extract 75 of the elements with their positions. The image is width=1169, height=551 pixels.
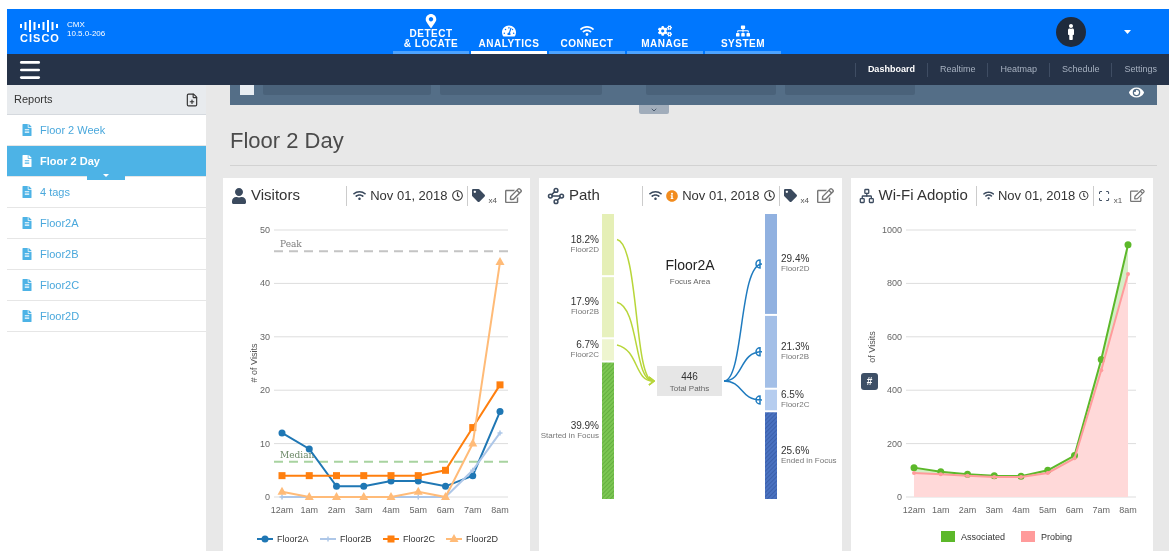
legend-label: Floor2B: [340, 534, 372, 544]
y-tick-label: 800: [886, 278, 902, 289]
y-tick-label: 0: [265, 492, 270, 502]
x-tick-label: 7am: [464, 505, 482, 515]
x-tick-label: 2am: [327, 505, 346, 515]
percent-label: 18.2%: [570, 233, 599, 245]
date-text: Nov 01, 2018: [370, 186, 448, 205]
segment-label: Started in Focus: [540, 430, 599, 440]
reference-label: Peak: [280, 239, 302, 250]
card-title: Path: [569, 185, 600, 206]
y-tick-label: 50: [260, 225, 270, 235]
brand-name: CISCO: [20, 31, 60, 44]
legend-label: Floor2A: [277, 534, 309, 544]
x-tick-label: 7am: [1092, 505, 1110, 515]
version-text: 10.5.0-206: [67, 28, 106, 38]
total-caption: Total Paths: [669, 384, 710, 393]
x-tick-label: 2am: [958, 505, 977, 515]
x-tick-label: 8am: [491, 505, 509, 515]
y-tick-label: 1000: [881, 225, 902, 235]
percent-label: 25.6%: [781, 444, 810, 456]
y-tick-label: 600: [886, 331, 902, 342]
segment-label: Floor2B: [781, 351, 809, 361]
filter-count: x4: [800, 197, 809, 205]
segment-label: Floor2C: [570, 349, 599, 359]
y-tick-label: 400: [886, 385, 902, 396]
x-tick-label: 4am: [382, 505, 400, 515]
y-axis-label: # of Visits: [249, 343, 259, 383]
reference-label: Median: [280, 449, 315, 460]
x-tick-label: 4am: [1012, 505, 1030, 515]
total-value: 446: [681, 371, 698, 382]
segment-label: Floor2B: [571, 307, 599, 317]
x-tick-label: 6am: [1065, 505, 1084, 515]
x-tick-label: 8am: [1119, 505, 1137, 515]
focus-area-name: Floor2A: [665, 257, 715, 273]
axis-badge: #: [861, 373, 878, 390]
legend-label: Floor2C: [403, 534, 435, 544]
legend-label: Associated: [961, 532, 1006, 542]
legend-label: Floor2D: [466, 534, 498, 544]
legend-label: Probing: [1041, 532, 1073, 542]
card-title: Visitors: [251, 185, 300, 206]
percent-label: 6.7%: [576, 338, 599, 350]
page-title: Floor 2 Day: [230, 124, 1157, 166]
segment-label: Ended in Focus: [781, 455, 837, 465]
x-tick-label: 5am: [1039, 505, 1057, 515]
percent-label: 6.5%: [781, 389, 804, 400]
x-tick-label: 12am: [902, 505, 926, 515]
percent-label: 17.9%: [570, 296, 599, 308]
y-axis-label: of Visits: [867, 331, 877, 363]
x-tick-label: 1am: [932, 505, 950, 515]
y-tick-label: 20: [260, 385, 270, 396]
percent-label: 21.3%: [781, 340, 810, 352]
x-tick-label: 6am: [436, 505, 455, 515]
x-tick-label: 3am: [985, 505, 1003, 515]
y-tick-label: 40: [260, 278, 270, 289]
sidebar-title: Reports: [14, 92, 53, 108]
filter-count: x1: [1113, 197, 1123, 205]
date-text: Nov 01, 2018: [682, 186, 760, 205]
segment-label: Floor2D: [781, 263, 810, 273]
product-name: CMX: [67, 19, 86, 29]
y-tick-label: 0: [897, 492, 902, 502]
y-tick-label: 10: [260, 438, 270, 449]
y-tick-label: 200: [886, 438, 902, 449]
segment-label: Floor2D: [570, 244, 599, 254]
x-tick-label: 5am: [409, 505, 427, 515]
percent-label: 29.4%: [781, 252, 810, 264]
x-tick-label: 12am: [270, 505, 294, 515]
filter-count: x4: [488, 197, 497, 205]
x-tick-label: 1am: [300, 505, 318, 515]
card-title: Wi-Fi Adoptio: [878, 185, 968, 206]
percent-label: 39.9%: [570, 419, 599, 431]
y-tick-label: 30: [260, 331, 270, 342]
date-text: Nov 01, 2018: [997, 186, 1076, 205]
x-tick-label: 3am: [355, 505, 373, 515]
focus-area-caption: Focus Area: [669, 277, 711, 286]
segment-label: Floor2C: [781, 400, 810, 409]
